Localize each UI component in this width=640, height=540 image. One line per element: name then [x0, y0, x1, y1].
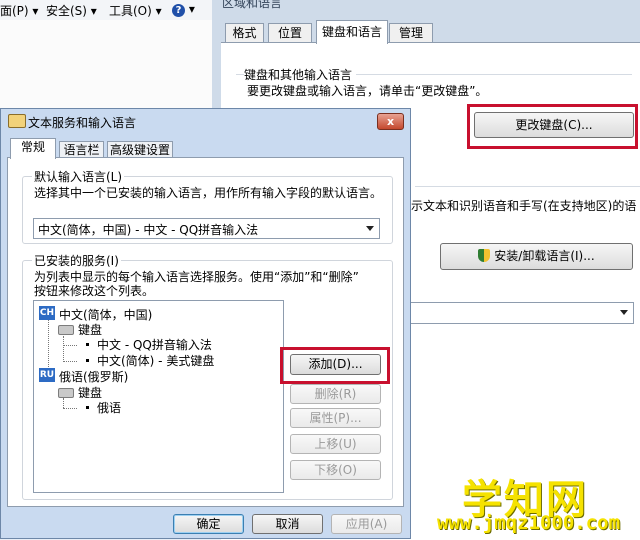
help-icon: ? [172, 4, 185, 17]
region-window-title: 区域和语言 [222, 0, 283, 10]
tree-line [63, 408, 77, 409]
tree-item-us-keyboard[interactable]: 中文(简体) - 美式键盘 [97, 352, 214, 369]
keyboard-app-icon [8, 114, 26, 128]
installed-services-label: 已安装的服务(I) [32, 252, 121, 269]
help-menu[interactable]: ? ▾ [172, 2, 195, 17]
move-down-button[interactable]: 下移(O) [290, 460, 381, 480]
display-group-rule [415, 186, 640, 187]
keyboard-icon [58, 388, 74, 398]
keyboard-icon [58, 325, 74, 335]
default-language-select[interactable]: 中文(简体，中国) - 中文 - QQ拼音输入法 [33, 218, 380, 239]
lang-badge-ch: CH [39, 306, 55, 320]
browser-content [0, 20, 212, 110]
tree-line [63, 336, 64, 362]
default-language-desc: 选择其中一个已安装的输入语言，用作所有输入字段的默认语言。 [34, 186, 383, 200]
tree-item-russian[interactable]: 俄语 [97, 399, 121, 416]
highlight-add-button [280, 347, 390, 384]
installed-desc-line2: 按钮来修改这个列表。 [34, 284, 155, 298]
ok-button[interactable]: 确定 [173, 514, 244, 534]
tree-language-russian[interactable]: 俄语(俄罗斯) [59, 368, 128, 385]
bullet-icon [86, 406, 89, 409]
highlight-change-keyboards [467, 104, 638, 149]
kb-group-title: 键盘和其他输入语言 [244, 66, 357, 83]
tree-line [48, 318, 49, 375]
remove-button[interactable]: 删除(R) [290, 384, 381, 404]
properties-button[interactable]: 属性(P)... [290, 408, 381, 428]
default-language-label: 默认输入语言(L) [32, 168, 125, 185]
move-up-button[interactable]: 上移(U) [290, 434, 381, 454]
tab-format[interactable]: 格式 [225, 23, 264, 43]
tab-administrative[interactable]: 管理 [389, 23, 433, 43]
tree-line [63, 361, 77, 362]
page-menu[interactable]: 面(P) ▾ [0, 2, 38, 19]
display-language-select[interactable] [410, 302, 634, 324]
tree-item-qq-pinyin[interactable]: 中文 - QQ拼音输入法 [97, 336, 212, 353]
tree-language-chinese[interactable]: 中文(简体，中国) [59, 306, 152, 323]
display-language-desc: 示文本和识别语音和手写(在支持地区)的语 [411, 199, 637, 213]
apply-button[interactable]: 应用(A) [331, 514, 402, 534]
default-language-value: 中文(简体，中国) - 中文 - QQ拼音输入法 [38, 223, 259, 237]
install-languages-button[interactable]: 安装/卸载语言(I)... [440, 243, 633, 270]
cancel-button[interactable]: 取消 [252, 514, 323, 534]
install-languages-label: 安装/卸载语言(I)... [494, 249, 595, 263]
tree-line [63, 398, 64, 408]
tab-location[interactable]: 位置 [268, 23, 312, 43]
tree-line [63, 345, 77, 346]
chevron-down-icon [620, 310, 628, 315]
help-menu-arrow: ▾ [188, 2, 195, 16]
safety-menu[interactable]: 安全(S) ▾ [46, 2, 97, 19]
close-button[interactable]: x [377, 113, 404, 130]
bullet-icon [86, 359, 89, 362]
tab-keyboards-languages[interactable]: 键盘和语言 [316, 20, 388, 44]
uac-shield-icon [478, 249, 491, 262]
dialog-title: 文本服务和输入语言 [28, 116, 137, 130]
tab-general[interactable]: 常规 [10, 138, 56, 159]
tools-menu[interactable]: 工具(O) ▾ [109, 2, 162, 19]
chevron-down-icon [366, 226, 374, 231]
kb-description: 要更改键盘或输入语言，请单击“更改键盘”。 [247, 84, 488, 98]
lang-badge-ru: RU [39, 368, 55, 382]
watermark-url: www.jmqz1000.com [437, 512, 621, 534]
bullet-icon [86, 343, 89, 346]
